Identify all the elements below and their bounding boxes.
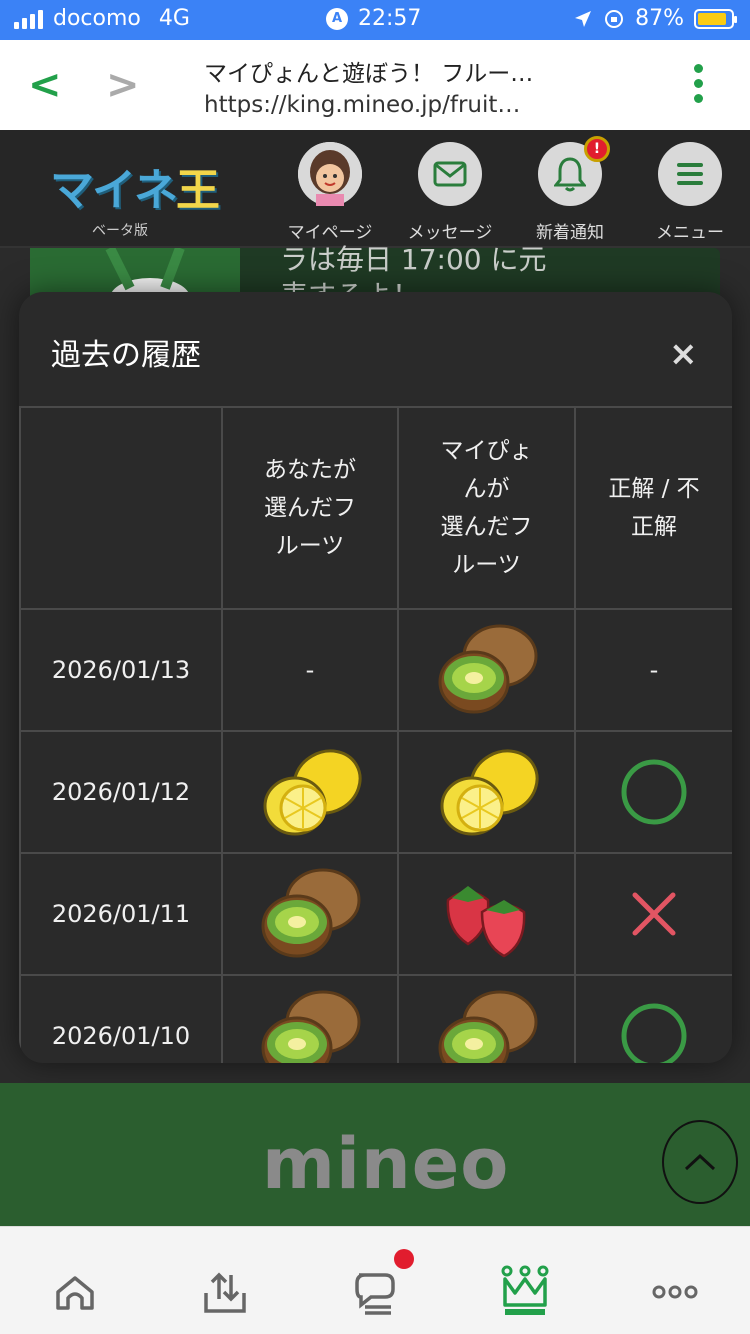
your-fruit-cell [221,730,399,854]
result-cell [574,852,732,976]
modal-title: 過去の履歴 [51,338,201,373]
back-button[interactable]: < [28,62,62,108]
date-cell: 2026/01/13 [19,608,223,732]
forward-button[interactable]: > [106,62,140,108]
nav-label: 新着通知 [536,223,604,243]
nav-notifications[interactable]: ! 新着通知 [515,136,625,243]
nav-messages[interactable]: メッセージ [395,142,505,243]
kiwi-icon [261,868,361,958]
kiwi-icon [438,624,537,714]
tab-home[interactable] [45,1267,105,1317]
avatar-icon [298,142,362,206]
nav-mypage[interactable]: マイページ [275,142,385,243]
browser-menu-button[interactable] [694,64,706,109]
location-arrow-icon [575,10,592,27]
table-row: 2026/01/13- - [19,608,732,732]
page-title: マイぴょんと遊ぼう！ フルー… [204,61,534,87]
kiwi-icon [261,990,361,1063]
chat-notification-dot [394,1249,414,1269]
result-cell [574,730,732,854]
nav-menu[interactable]: メニュー [635,142,745,243]
nav-label: マイページ [287,223,373,243]
network-type: 4G [158,6,190,31]
tab-upload[interactable] [195,1267,255,1317]
mineo-logo: mineo [262,1123,510,1205]
menu-icon [658,142,722,206]
your-fruit-cell [221,974,399,1063]
rotation-lock-icon [605,9,624,28]
correct-circle-icon [621,1003,687,1063]
battery-icon [694,8,737,29]
browser-toolbar: < > マイぴょんと遊ぼう！ フルー… https://king.mineo.j… [0,40,750,130]
mypyon-fruit-cell [397,974,576,1063]
mypyon-fruit-cell [397,608,576,732]
lemon-icon [263,749,362,836]
signal-icon [14,9,43,29]
strawberry-icon [446,886,525,958]
table-row: 2026/01/11 [19,852,732,976]
lemon-icon [440,749,539,836]
chat-icon [355,1273,395,1315]
chevron-up-icon [684,1153,716,1171]
clock: 22:57 [358,6,422,31]
history-table-scroll[interactable]: あなたが 選んだフ ルーツ マイぴょ んが 選んだフ ルーツ 正解 / 不 正解… [19,406,732,1063]
incorrect-cross-icon [632,892,676,936]
column-header-your-fruit: あなたが 選んだフ ルーツ [221,406,399,610]
result-cell: - [574,608,732,732]
more-icon [652,1285,698,1299]
table-header-row: あなたが 選んだフ ルーツ マイぴょ んが 選んだフ ルーツ 正解 / 不 正解 [19,406,732,610]
table-row: 2026/01/12 [19,730,732,854]
mail-icon [418,142,482,206]
correct-circle-icon [621,759,687,825]
history-modal: 過去の履歴 × あなたが 選んだフ ルーツ マイぴょ んが 選んだフ ルーツ 正… [19,292,732,1063]
date-cell: 2026/01/11 [19,852,223,976]
logo-text: マイネ王 [50,165,220,216]
close-icon[interactable]: × [669,334,698,374]
column-header-result: 正解 / 不 正解 [574,406,732,610]
carrier-name: docomo [53,6,141,31]
crown-icon [501,1265,549,1315]
nav-label: メッセージ [407,223,493,243]
scroll-to-top-button[interactable] [662,1120,738,1204]
history-table: あなたが 選んだフ ルーツ マイぴょ んが 選んだフ ルーツ 正解 / 不 正解… [19,406,732,1063]
table-row: 2026/01/10 [19,974,732,1063]
logo-subtitle: ベータ版 [92,223,148,239]
result-cell [574,974,732,1063]
kiwi-icon [438,990,537,1063]
column-header-mypyon-fruit: マイぴょ んが 選んだフ ルーツ [397,406,576,610]
location-active-icon: A [326,7,348,30]
column-header-date [19,406,223,610]
site-header: マイネ王 ベータ版 マイページ メッセージ ! 新着通知 メニュー [0,130,750,248]
upload-icon [204,1272,246,1313]
bell-icon: ! [538,136,610,206]
battery-percent: 87% [635,6,684,31]
nav-label: メニュー [656,223,724,243]
status-bar: docomo 4G A 22:57 87% [0,0,750,40]
your-fruit-cell [221,852,399,976]
bottom-tab-bar [0,1226,750,1334]
tab-more[interactable] [645,1267,705,1317]
home-icon [56,1276,94,1310]
date-cell: 2026/01/12 [19,730,223,854]
site-logo[interactable]: マイネ王 ベータ版 [50,154,220,240]
mypyon-fruit-cell [397,730,576,854]
address-bar[interactable]: マイぴょんと遊ぼう！ フルー… https://king.mineo.jp/fr… [204,54,624,118]
tab-crown[interactable] [495,1265,555,1317]
notification-badge: ! [584,136,610,162]
your-fruit-cell: - [221,608,399,732]
mypyon-fruit-cell [397,852,576,976]
date-cell: 2026/01/10 [19,974,223,1063]
url-text: https://king.mineo.jp/fruit… [204,92,521,118]
tab-chat[interactable] [345,1267,405,1317]
site-footer: mineo [0,1083,750,1226]
